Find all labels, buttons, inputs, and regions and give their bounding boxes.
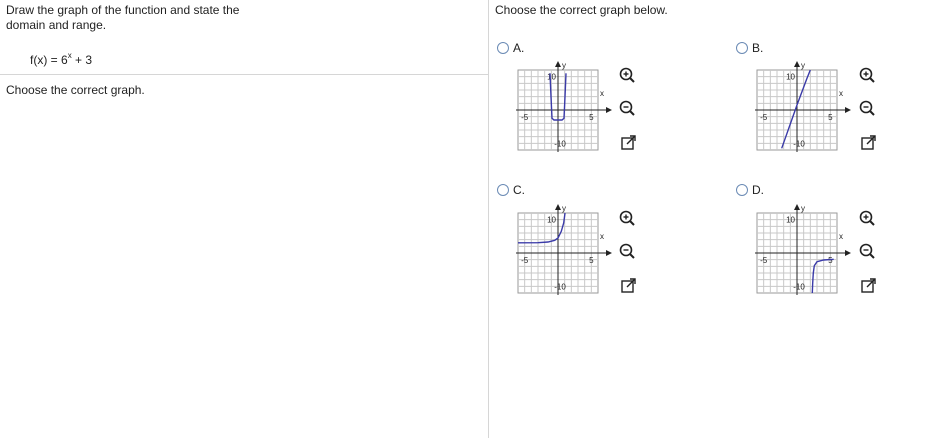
zoom-out-icon[interactable] bbox=[858, 242, 876, 260]
x-axis-arrow bbox=[845, 107, 851, 113]
function-expression: f(x) = 6x + 3 bbox=[30, 51, 93, 67]
graph-b[interactable]: y x 10 -10 -5 5 bbox=[751, 60, 861, 160]
option-c-label: C. bbox=[513, 183, 525, 197]
left-prompt: Choose the correct graph. bbox=[6, 83, 145, 97]
radio-option-a[interactable] bbox=[497, 42, 509, 54]
x-axis-arrow bbox=[845, 250, 851, 256]
x-tick-left: -5 bbox=[760, 256, 768, 265]
y-tick-top: 10 bbox=[547, 73, 556, 82]
pane-divider bbox=[488, 0, 489, 438]
radio-option-b[interactable] bbox=[736, 42, 748, 54]
option-a-label: A. bbox=[513, 41, 525, 55]
popout-icon[interactable] bbox=[620, 134, 638, 152]
radio-option-d[interactable] bbox=[736, 184, 748, 196]
x-axis-label: x bbox=[600, 232, 604, 241]
x-axis-arrow bbox=[606, 107, 612, 113]
popout-icon[interactable] bbox=[860, 134, 878, 152]
zoom-in-icon[interactable] bbox=[618, 209, 636, 227]
x-tick-right: 5 bbox=[828, 256, 833, 265]
option-d-label: D. bbox=[752, 183, 764, 197]
function-base: f(x) = 6 bbox=[30, 53, 68, 67]
y-tick-bottom: -10 bbox=[554, 139, 566, 148]
x-tick-left: -5 bbox=[760, 113, 768, 122]
zoom-out-icon[interactable] bbox=[858, 99, 876, 117]
x-tick-left: -5 bbox=[521, 113, 529, 122]
function-constant: + 3 bbox=[71, 53, 93, 67]
x-tick-left: -5 bbox=[521, 256, 529, 265]
graph-a[interactable]: y x 10 -10 -5 5 bbox=[512, 60, 622, 160]
x-tick-right: 5 bbox=[589, 256, 594, 265]
function-exponent: x bbox=[67, 51, 72, 60]
x-tick-right: 5 bbox=[828, 113, 833, 122]
x-axis-label: x bbox=[600, 89, 604, 98]
graph-c[interactable]: y x 10 -10 -5 5 bbox=[512, 203, 622, 303]
zoom-in-icon[interactable] bbox=[858, 66, 876, 84]
y-tick-top: 10 bbox=[547, 216, 556, 225]
y-axis-arrow bbox=[794, 61, 800, 67]
x-tick-right: 5 bbox=[589, 113, 594, 122]
section-divider bbox=[0, 74, 488, 75]
graph-d[interactable]: y x 10 -10 -5 5 bbox=[751, 203, 861, 303]
question-pane: Draw the graph of the function and state… bbox=[0, 0, 488, 438]
zoom-in-icon[interactable] bbox=[858, 209, 876, 227]
zoom-out-icon[interactable] bbox=[618, 99, 636, 117]
y-axis-label: y bbox=[562, 204, 566, 213]
y-axis-arrow bbox=[555, 204, 561, 210]
x-axis-label: x bbox=[839, 89, 843, 98]
popout-icon[interactable] bbox=[860, 277, 878, 295]
radio-option-c[interactable] bbox=[497, 184, 509, 196]
answer-prompt: Choose the correct graph below. bbox=[495, 3, 668, 17]
popout-icon[interactable] bbox=[620, 277, 638, 295]
zoom-out-icon[interactable] bbox=[618, 242, 636, 260]
y-tick-bottom: -10 bbox=[554, 282, 566, 291]
y-axis-arrow bbox=[794, 204, 800, 210]
zoom-in-icon[interactable] bbox=[618, 66, 636, 84]
y-tick-bottom: -10 bbox=[793, 282, 805, 291]
option-b-label: B. bbox=[752, 41, 764, 55]
y-tick-top: 10 bbox=[786, 216, 795, 225]
y-axis-label: y bbox=[801, 204, 805, 213]
y-tick-bottom: -10 bbox=[793, 139, 805, 148]
instruction-text: Draw the graph of the function and state… bbox=[6, 3, 240, 32]
y-axis-arrow bbox=[555, 61, 561, 67]
y-tick-top: 10 bbox=[786, 73, 795, 82]
x-axis-label: x bbox=[839, 232, 843, 241]
y-axis-label: y bbox=[562, 61, 566, 70]
x-axis-arrow bbox=[606, 250, 612, 256]
y-axis-label: y bbox=[801, 61, 805, 70]
